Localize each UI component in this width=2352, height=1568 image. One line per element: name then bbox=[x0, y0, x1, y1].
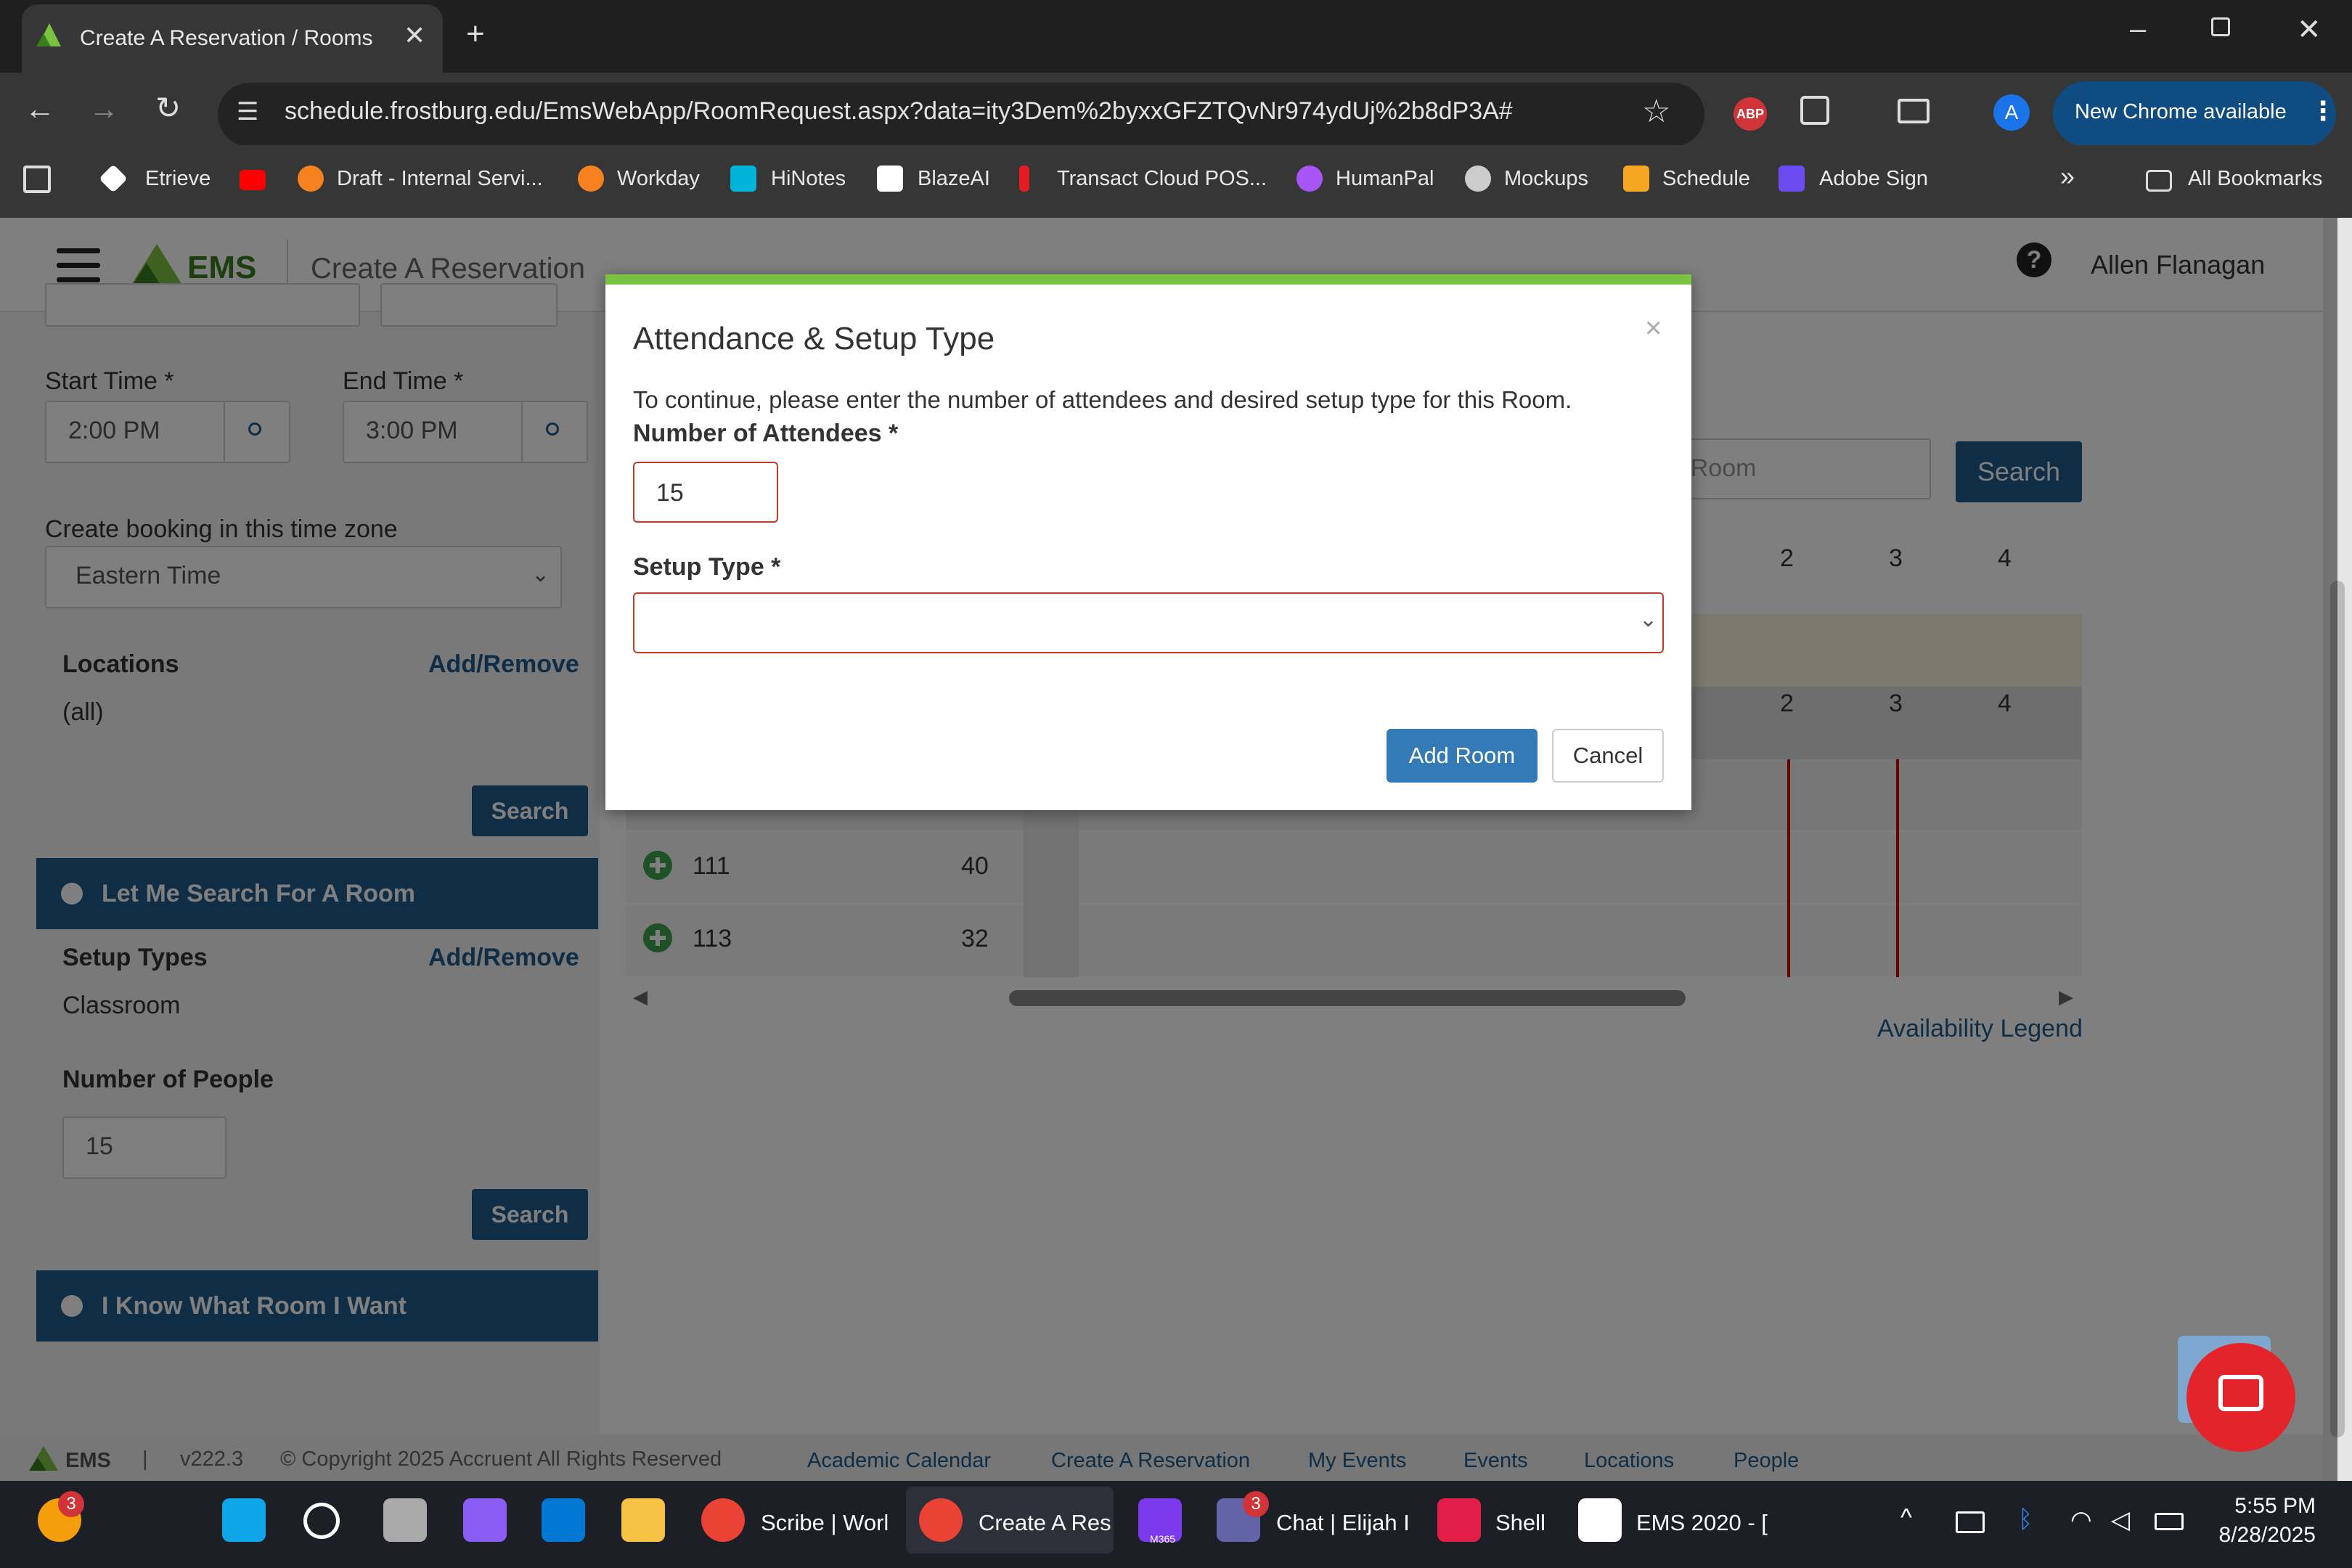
battery-icon[interactable] bbox=[2155, 1513, 2184, 1530]
bookmark-hinotes[interactable]: HiNotes bbox=[771, 167, 846, 191]
schedule-icon bbox=[1623, 166, 1649, 192]
chrome-icon[interactable] bbox=[919, 1498, 963, 1542]
bookmark-mockups[interactable]: Mockups bbox=[1504, 167, 1588, 191]
new-tab-icon[interactable]: + bbox=[466, 16, 485, 52]
setup-type-label: Setup Type * bbox=[633, 553, 781, 581]
ems-favicon-icon bbox=[36, 23, 61, 46]
outlook-icon[interactable] bbox=[542, 1498, 585, 1542]
more-bookmarks-icon[interactable]: » bbox=[2060, 161, 2075, 192]
new-chrome-button[interactable]: New Chrome available ⋮ bbox=[2053, 81, 2336, 147]
site-info-icon[interactable]: ☰ bbox=[237, 97, 258, 126]
back-icon[interactable]: ← bbox=[25, 91, 55, 126]
globe-icon bbox=[1465, 166, 1491, 192]
attendees-value: 15 bbox=[656, 479, 684, 507]
bluetooth-icon[interactable]: ᛒ bbox=[2018, 1506, 2033, 1534]
chevron-up-icon[interactable]: ^ bbox=[1900, 1504, 1912, 1532]
windows-start-icon[interactable] bbox=[222, 1498, 266, 1542]
bookmark-blazeai[interactable]: BlazeAI bbox=[918, 167, 990, 191]
cancel-button[interactable]: Cancel bbox=[1552, 729, 1664, 783]
humanpal-icon bbox=[1297, 166, 1323, 192]
clock-date: 8/28/2025 bbox=[2218, 1523, 2316, 1547]
hinotes-icon bbox=[730, 166, 756, 192]
add-room-button[interactable]: Add Room bbox=[1387, 729, 1538, 783]
chat-bubble-icon bbox=[2218, 1375, 2263, 1411]
search-icon[interactable] bbox=[303, 1503, 340, 1539]
adblock-icon[interactable]: ABP bbox=[1734, 97, 1767, 131]
minimize-icon[interactable]: – bbox=[2130, 13, 2146, 46]
modal-description: To continue, please enter the number of … bbox=[633, 386, 1572, 413]
url-text[interactable]: schedule.frostburg.edu/EmsWebApp/RoomReq… bbox=[285, 97, 1513, 126]
bookmark-transact[interactable]: Transact Cloud POS... bbox=[1057, 167, 1267, 191]
ems-app-icon[interactable] bbox=[1578, 1498, 1622, 1542]
window-close-icon[interactable]: ✕ bbox=[2297, 13, 2322, 46]
transact-icon bbox=[1019, 166, 1029, 192]
apps-grid-icon[interactable] bbox=[23, 166, 51, 193]
bookmark-draft[interactable]: Draft - Internal Servi... bbox=[337, 167, 543, 191]
taskbar-create-reservation[interactable]: Create A Res bbox=[979, 1510, 1111, 1536]
volume-muted-icon[interactable]: ◁ bbox=[2111, 1506, 2130, 1535]
bookmark-schedule[interactable]: Schedule bbox=[1662, 167, 1750, 191]
profile-avatar[interactable]: A bbox=[1993, 94, 2030, 131]
tab-close-icon[interactable]: ✕ bbox=[404, 20, 425, 51]
taskbar-shell[interactable]: Shell bbox=[1495, 1510, 1545, 1536]
youtube-icon[interactable] bbox=[240, 170, 266, 190]
browser-tab[interactable]: Create A Reservation / Rooms ✕ bbox=[22, 4, 443, 73]
m365-label: M365 bbox=[1150, 1533, 1176, 1545]
teams-badge: 3 bbox=[1243, 1491, 1269, 1517]
workday-icon bbox=[298, 166, 324, 192]
setup-type-select[interactable]: ⌄ bbox=[633, 592, 1664, 653]
modal-title: Attendance & Setup Type bbox=[633, 321, 995, 356]
attendees-input[interactable]: 15 bbox=[633, 462, 778, 523]
new-chrome-label: New Chrome available bbox=[2075, 100, 2287, 123]
reload-icon[interactable]: ↻ bbox=[155, 90, 181, 126]
file-explorer-icon[interactable] bbox=[621, 1498, 665, 1542]
all-bookmarks[interactable]: All Bookmarks bbox=[2188, 167, 2322, 191]
attendance-setup-modal: Attendance & Setup Type × To continue, p… bbox=[605, 274, 1691, 810]
restore-icon[interactable] bbox=[2211, 17, 2230, 36]
extensions-icon[interactable] bbox=[1800, 96, 1829, 125]
taskbar-scribe[interactable]: Scribe | Worl bbox=[761, 1510, 889, 1536]
workday-icon bbox=[578, 166, 604, 192]
shell-icon[interactable] bbox=[1437, 1498, 1481, 1542]
tab-title: Create A Reservation / Rooms bbox=[80, 26, 373, 50]
bookmark-etrieve[interactable]: Etrieve bbox=[145, 167, 211, 191]
adobe-sign-icon bbox=[1779, 166, 1805, 192]
bookmark-star-icon[interactable]: ☆ bbox=[1642, 93, 1670, 130]
copilot-app-icon[interactable] bbox=[463, 1498, 507, 1542]
wifi-icon[interactable]: ◠ bbox=[2070, 1506, 2092, 1535]
modal-close-icon[interactable]: × bbox=[1645, 312, 1662, 345]
clock-time: 5:55 PM bbox=[2234, 1494, 2316, 1518]
tab-search-icon[interactable] bbox=[1898, 99, 1930, 123]
attendees-label: Number of Attendees * bbox=[633, 420, 899, 447]
taskbar-clock[interactable]: 5:55 PM 8/28/2025 bbox=[2207, 1494, 2316, 1548]
taskbar-chat[interactable]: Chat | Elijah I bbox=[1276, 1510, 1410, 1536]
blazeai-icon bbox=[877, 166, 903, 192]
taskbar-ems[interactable]: EMS 2020 - [ bbox=[1636, 1510, 1768, 1536]
copilot-badge: 3 bbox=[58, 1491, 84, 1517]
task-view-icon[interactable] bbox=[383, 1498, 427, 1542]
tab-bar: Create A Reservation / Rooms ✕ + – ✕ bbox=[0, 0, 2352, 73]
folder-icon bbox=[2146, 170, 2172, 192]
forward-icon[interactable]: → bbox=[89, 91, 119, 126]
bookmark-adobe-sign[interactable]: Adobe Sign bbox=[1819, 167, 1928, 191]
bookmark-workday[interactable]: Workday bbox=[617, 167, 700, 191]
bookmark-humanpal[interactable]: HumanPal bbox=[1336, 167, 1434, 191]
chevron-down-icon: ⌄ bbox=[1639, 608, 1658, 632]
chat-widget-button[interactable] bbox=[2186, 1343, 2295, 1452]
chrome-icon[interactable] bbox=[701, 1498, 745, 1542]
display-icon[interactable] bbox=[1956, 1511, 1985, 1533]
menu-dots-icon[interactable]: ⋮ bbox=[2310, 96, 2336, 126]
